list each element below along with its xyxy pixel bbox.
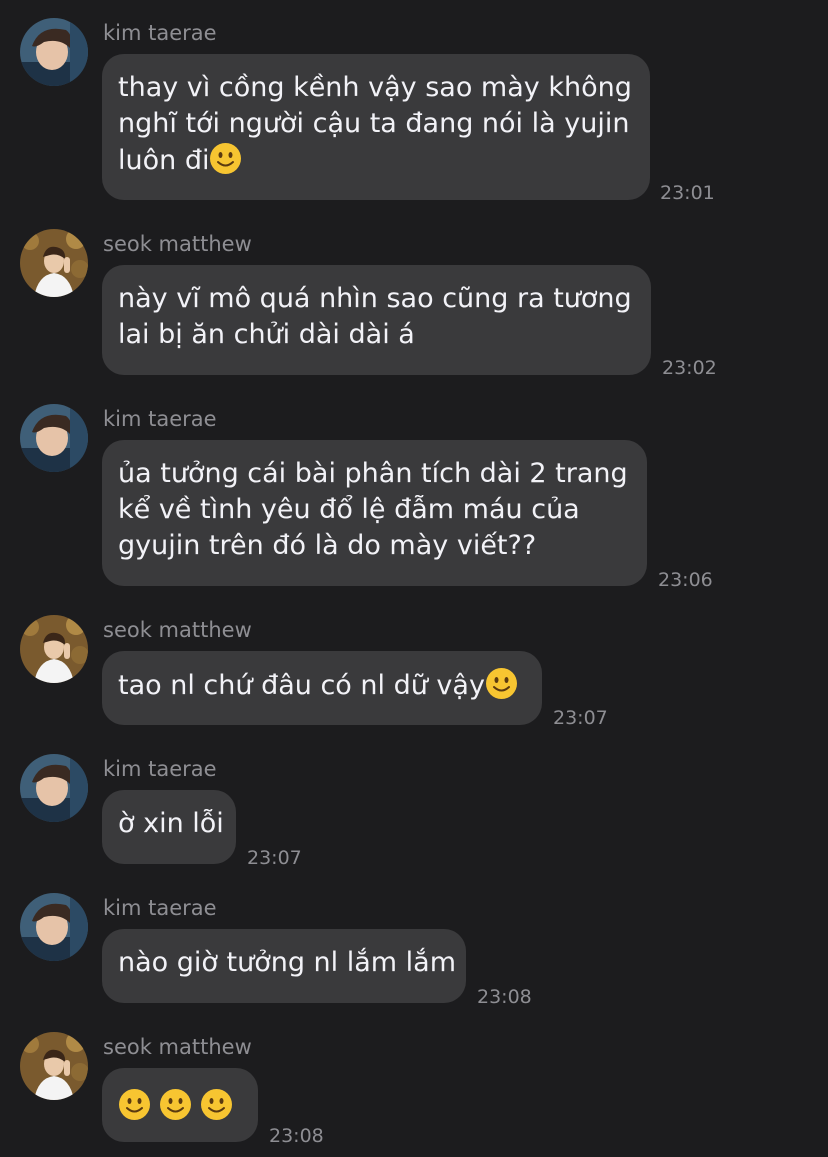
message-timestamp: 23:02 [662,357,717,379]
avatar-seok-matthew[interactable] [20,229,88,297]
message-bubble[interactable]: tao nl chứ đâu có nl dữ vậy [102,651,542,725]
avatar-seok-matthew[interactable] [20,1032,88,1100]
message-text-line: tao nl chứ đâu có nl dữ vậy [118,667,526,704]
message-text-line: này vĩ mô quá nhìn sao cũng ra tương [118,283,632,314]
message-bubble[interactable]: này vĩ mô quá nhìn sao cũng ra tương lai… [102,265,651,375]
emoji-row [118,1088,242,1125]
message-text-line: luôn đi [118,142,634,179]
sender-name: kim taerae [103,896,217,920]
avatar-kim-taerae[interactable] [20,404,88,472]
message-timestamp: 23:08 [269,1125,324,1147]
message-text-line: gyujin trên đó là do mày viết?? [118,530,537,561]
message-timestamp: 23:06 [658,569,713,591]
message-bubble[interactable]: thay vì cồng kềnh vậy sao mày không nghĩ… [102,54,650,200]
avatar-kim-taerae[interactable] [20,754,88,822]
message-bubble[interactable]: ờ xin lỗi [102,790,236,864]
sender-name: seok matthew [103,1035,252,1059]
message-bubble[interactable] [102,1068,258,1142]
slightly-smiling-face-icon [485,667,518,700]
avatar-seok-matthew[interactable] [20,615,88,683]
message-timestamp: 23:08 [477,986,532,1008]
sender-name: kim taerae [103,757,217,781]
avatar-kim-taerae[interactable] [20,18,88,86]
chat-thread: kim taerae thay vì cồng kềnh vậy sao mày… [0,0,828,1157]
message-timestamp: 23:07 [247,847,302,869]
message-text-line: thay vì cồng kềnh vậy sao mày không [118,72,632,103]
message-text-line: ủa tưởng cái bài phân tích dài 2 trang [118,458,628,489]
avatar-kim-taerae[interactable] [20,893,88,961]
message-text-line: nào giờ tưởng nl lắm lắm [118,947,457,978]
message-text-line: lai bị ăn chửi dài dài á [118,319,415,350]
message-text-line-content: luôn đi [118,145,210,176]
message-text-line: nghĩ tới người cậu ta đang nói là yujin [118,108,630,139]
message-bubble[interactable]: ủa tưởng cái bài phân tích dài 2 trang k… [102,440,647,586]
sender-name: seok matthew [103,618,252,642]
slightly-smiling-face-icon [200,1088,233,1121]
slightly-smiling-face-icon [159,1088,192,1121]
message-text-line: ờ xin lỗi [118,808,224,839]
message-bubble[interactable]: nào giờ tưởng nl lắm lắm [102,929,466,1003]
message-text-line: kể về tình yêu đổ lệ đẫm máu của [118,494,580,525]
sender-name: seok matthew [103,232,252,256]
sender-name: kim taerae [103,407,217,431]
slightly-smiling-face-icon [118,1088,151,1121]
message-timestamp: 23:07 [553,707,608,729]
slightly-smiling-face-icon [209,142,242,175]
message-text-line-content: tao nl chứ đâu có nl dữ vậy [118,670,485,701]
message-timestamp: 23:01 [660,182,715,204]
sender-name: kim taerae [103,21,217,45]
